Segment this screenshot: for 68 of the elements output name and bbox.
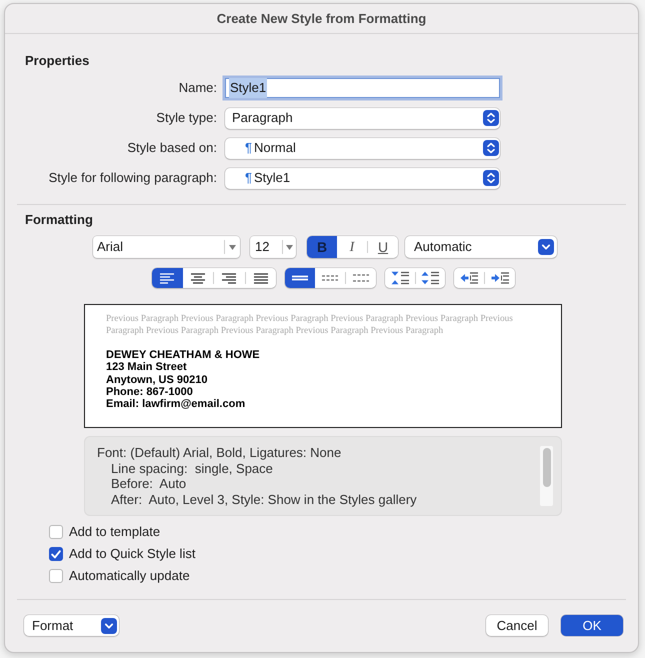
description-line: Font: (Default) Arial, Bold, Ligatures: None: [97, 445, 342, 460]
field-label: Name:: [178, 79, 217, 98]
field-label: Style based on:: [127, 139, 217, 158]
cancel-button[interactable]: Cancel: [486, 615, 548, 636]
chevron-down-icon: [538, 239, 554, 255]
align-right-icon: [222, 272, 236, 284]
double-spacing-button[interactable]: [346, 268, 376, 288]
increase-indent-icon: [491, 272, 509, 284]
description-line: Before: Auto: [111, 476, 186, 492]
scrollbar-thumb[interactable]: [542, 448, 550, 487]
font-size-combo-box[interactable]: 12: [250, 236, 296, 258]
popup-button[interactable]: Paragraph: [225, 108, 500, 128]
underline-button[interactable]: U: [368, 236, 398, 258]
dropdown-caret-icon: [229, 244, 236, 250]
preview-text-line: Anytown, US 90210: [106, 374, 208, 386]
align-center-icon: [190, 272, 205, 284]
preview-text-line: 123 Main Street: [106, 361, 187, 374]
align-justify-icon: [254, 272, 268, 284]
pilcrow-symbol: ¶: [245, 139, 252, 158]
preview-text-line: Phone: 867-1000: [106, 386, 193, 398]
checkbox[interactable]: [49, 525, 63, 539]
updown-chevron-icon: [483, 110, 499, 126]
pilcrow-symbol: ¶: [245, 169, 252, 188]
decrease-indent-icon: [460, 272, 478, 284]
window-title: Create New Style from Formatting: [216, 10, 426, 28]
align-right-button[interactable]: [214, 268, 244, 288]
name-field[interactable]: Style1: [225, 78, 500, 98]
previous-paragraph-text: Previous Paragraph Previous Paragraph Previous Paragraph Previous Paragraph Previous Paragraph Previous Paragraph Previous Paragraph Previous Paragraph Previous Paragraph Previous Paragraph: [106, 313, 514, 337]
description-line: Line spacing: single, Space: [111, 460, 273, 476]
checkbox-label[interactable]: Add to Quick Style list: [69, 544, 196, 564]
font-combo-box[interactable]: Arial: [93, 236, 240, 258]
updown-chevron-icon: [483, 140, 499, 156]
increase-indent-button[interactable]: [485, 268, 515, 288]
single-spacing-button[interactable]: [285, 268, 315, 288]
preview-text-line: DEWEY CHEATHAM & HOWE: [106, 349, 260, 362]
line-spacing-icon: [353, 273, 369, 283]
checkbox-label[interactable]: Automatically update: [69, 566, 190, 586]
align-left-icon: [160, 272, 174, 284]
decrease-indent-button[interactable]: [454, 268, 484, 288]
align-justify-button[interactable]: [246, 268, 276, 288]
preview-text-line: Email: lawfirm@email.com: [106, 398, 246, 410]
chevron-down-icon: [101, 618, 117, 634]
section-heading: Formatting: [25, 212, 93, 228]
decrease-spacing-icon: [390, 271, 409, 285]
dropdown-caret-icon: [286, 244, 293, 250]
checkmark-icon: [51, 550, 61, 558]
font-color-popup[interactable]: Automatic: [405, 236, 557, 258]
line-spacing-icon: [292, 273, 308, 283]
popup-button[interactable]: ¶Normal: [225, 138, 500, 158]
field-label: Style for following paragraph:: [48, 169, 217, 188]
increase-spacing-button[interactable]: [416, 268, 445, 288]
checkbox[interactable]: [49, 547, 63, 561]
field-label: Style type:: [156, 109, 217, 128]
updown-chevron-icon: [483, 170, 499, 186]
popup-button[interactable]: ¶Style1: [225, 168, 500, 188]
decrease-spacing-button[interactable]: [385, 268, 414, 288]
ok-button[interactable]: OK: [561, 615, 623, 636]
align-center-button[interactable]: [182, 268, 213, 288]
description-line: After: Auto, Level 3, Style: Show in the Styles gallery: [111, 492, 417, 507]
checkbox[interactable]: [49, 569, 63, 583]
line-spacing-icon: [322, 273, 338, 283]
section-heading: Properties: [25, 53, 90, 69]
increase-spacing-icon: [421, 271, 440, 285]
format-menu-button[interactable]: Format: [24, 615, 119, 636]
checkbox-label[interactable]: Add to template: [69, 522, 160, 542]
align-left-button[interactable]: [152, 268, 182, 288]
one-half-spacing-button[interactable]: [315, 268, 345, 288]
italic-button[interactable]: I: [337, 236, 367, 258]
